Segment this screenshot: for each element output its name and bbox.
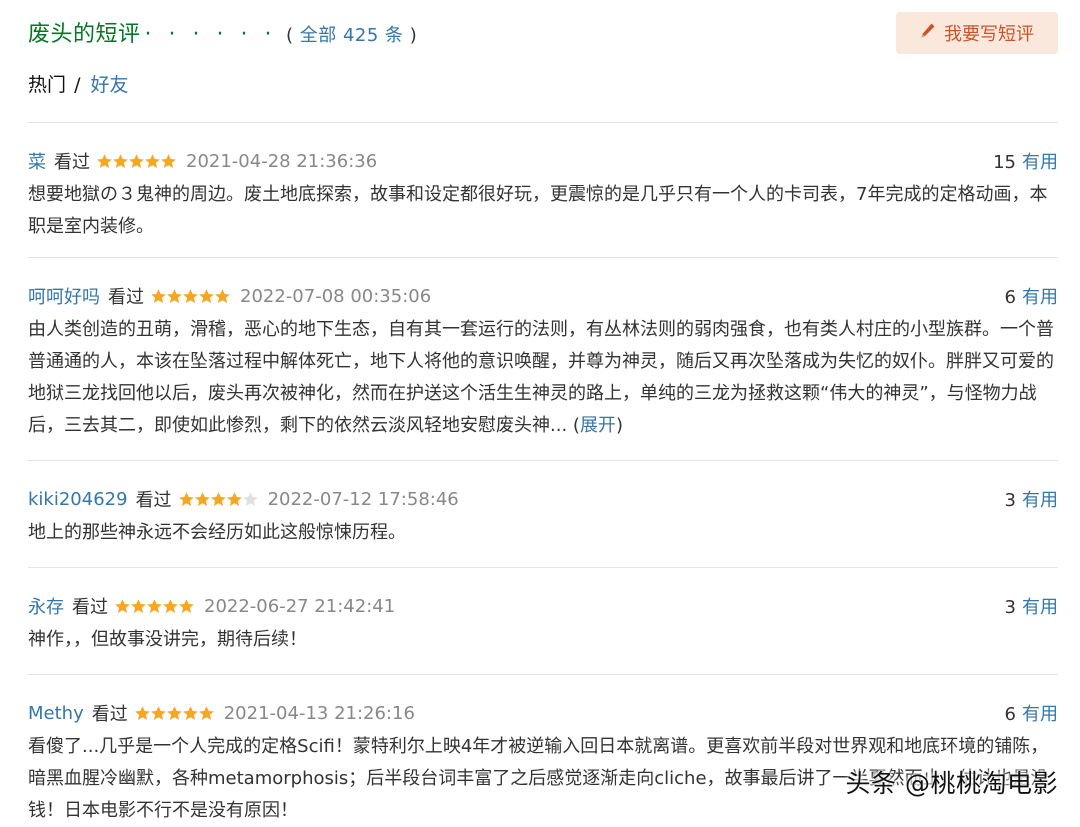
useful-button[interactable]: 有用 — [1022, 704, 1058, 725]
star-filled-icon — [210, 491, 226, 506]
vote-area: 6 有用 — [1005, 700, 1058, 726]
comment-text-body: 由人类创造的丑萌，滑稽，恶心的地下生态，自有其一套运行的法则，有丛林法则的弱肉强… — [28, 319, 1054, 436]
pencil-icon — [920, 22, 944, 45]
vote-count: 6 — [1004, 704, 1016, 725]
star-filled-icon — [147, 598, 162, 613]
count-text: 全部 425 条 — [299, 25, 404, 46]
comment-time: 2022-07-12 17:58:46 — [267, 488, 459, 510]
star-filled-icon — [198, 705, 214, 720]
comment-text: 想要地獄の３鬼神的周边。废土地底探索，故事和设定都很好玩，更震惊的是几乎只有一个… — [28, 184, 1048, 237]
star-filled-icon — [183, 288, 198, 303]
rating-stars — [150, 288, 230, 305]
star-empty-icon — [242, 491, 258, 506]
star-filled-icon — [163, 598, 178, 613]
tab-hot[interactable]: 热门 — [28, 74, 66, 96]
comment-item: 永存 看过 2022-06-27 21:42:41 3 有用 神作，，但故事没讲完… — [28, 568, 1058, 656]
vote-count: 6 — [1004, 287, 1016, 308]
vote-count: 3 — [1004, 597, 1016, 618]
comment-item: Methy 看过 2021-04-13 21:26:16 6 有用 看傻了...几… — [28, 675, 1058, 827]
expand-link[interactable]: 展开 — [580, 415, 616, 436]
star-filled-icon — [179, 598, 194, 613]
star-filled-icon — [178, 491, 194, 506]
useful-button[interactable]: 有用 — [1022, 152, 1058, 173]
rating-stars — [114, 598, 194, 615]
comment-status: 看过 — [72, 597, 108, 618]
expand-close-paren: ) — [615, 415, 623, 436]
comment-time: 2021-04-13 21:26:16 — [223, 702, 415, 724]
title-dots: · · · · · · — [144, 22, 277, 47]
comment-user[interactable]: Methy — [28, 703, 84, 724]
write-button-label: 我要写短评 — [944, 24, 1034, 45]
comment-status: 看过 — [135, 490, 172, 511]
star-filled-icon — [215, 288, 230, 303]
vote-area: 3 有用 — [1005, 486, 1058, 512]
star-filled-icon — [150, 705, 166, 720]
star-filled-icon — [145, 153, 160, 168]
star-filled-icon — [129, 153, 144, 168]
star-filled-icon — [161, 153, 176, 168]
comment-item: kiki204629 看过 2022-07-12 17:58:46 3 有用 地上… — [28, 461, 1058, 549]
vote-area: 3 有用 — [1005, 593, 1058, 619]
count-close-paren: ) — [409, 25, 418, 46]
useful-button[interactable]: 有用 — [1022, 597, 1058, 618]
star-filled-icon — [131, 598, 146, 613]
tab-friends[interactable]: 好友 — [91, 74, 129, 96]
star-filled-icon — [97, 153, 112, 168]
comment-item: 呵呵好吗 看过 2022-07-08 00:35:06 6 有用 由人类创造的丑萌… — [28, 258, 1058, 442]
comment-text: 由人类创造的丑萌，滑稽，恶心的地下生态，自有其一套运行的法则，有丛林法则的弱肉强… — [28, 314, 1058, 442]
comment-time: 2022-07-08 00:35:06 — [240, 285, 432, 307]
vote-area: 15 有用 — [993, 148, 1058, 174]
vote-area: 6 有用 — [1005, 283, 1058, 309]
comment-time: 2021-04-28 21:36:36 — [186, 150, 378, 172]
star-filled-icon — [199, 288, 214, 303]
comment-user[interactable]: 菜 — [28, 148, 46, 174]
comment-text: 神作，，但故事没讲完，期待后续！ — [28, 629, 307, 650]
comment-count-link[interactable]: ( 全部 425 条 ) — [286, 25, 417, 46]
star-filled-icon — [113, 153, 128, 168]
star-filled-icon — [226, 491, 242, 506]
star-filled-icon — [182, 705, 198, 720]
rating-stars — [178, 491, 258, 508]
vote-count: 15 — [993, 152, 1016, 173]
rating-stars — [96, 153, 176, 170]
useful-button[interactable]: 有用 — [1022, 490, 1058, 511]
star-filled-icon — [151, 288, 166, 303]
comment-status: 看过 — [108, 287, 144, 308]
useful-button[interactable]: 有用 — [1022, 287, 1058, 308]
comment-status: 看过 — [54, 152, 90, 173]
comment-item: 菜 看过 2021-04-28 21:36:36 15 有用 想要地獄の３鬼神的周… — [28, 123, 1058, 238]
write-comment-button[interactable]: 我要写短评 — [896, 12, 1058, 54]
comment-user[interactable]: 永存 — [28, 593, 64, 619]
title-text: 废头的短评 — [28, 22, 141, 47]
comment-status: 看过 — [91, 704, 128, 725]
star-filled-icon — [166, 705, 182, 720]
star-filled-icon — [167, 288, 182, 303]
star-filled-icon — [115, 598, 130, 613]
expand-open-paren: ( — [572, 415, 580, 436]
watermark: 头条 @桃桃淘电影 — [845, 769, 1058, 798]
section-header: 废头的短评 · · · · · · ( 全部 425 条 ) 我要写短评 — [28, 0, 1058, 66]
comment-tabs: 热门 / 好友 — [28, 66, 1058, 122]
comment-text: 地上的那些神永远不会经历如此这般惊悚历程。 — [28, 522, 406, 543]
comment-user[interactable]: 呵呵好吗 — [28, 283, 100, 309]
star-filled-icon — [194, 491, 210, 506]
section-title: 废头的短评 · · · · · · ( 全部 425 条 ) — [28, 16, 417, 48]
comments-page: 废头的短评 · · · · · · ( 全部 425 条 ) 我要写短评 热门 /… — [28, 0, 1058, 827]
comment-user[interactable]: kiki204629 — [28, 489, 128, 510]
rating-stars — [134, 705, 214, 722]
tab-separator: / — [74, 74, 81, 96]
count-open-paren: ( — [285, 25, 294, 46]
star-filled-icon — [134, 705, 150, 720]
vote-count: 3 — [1004, 490, 1016, 511]
comment-time: 2022-06-27 21:42:41 — [204, 595, 396, 617]
